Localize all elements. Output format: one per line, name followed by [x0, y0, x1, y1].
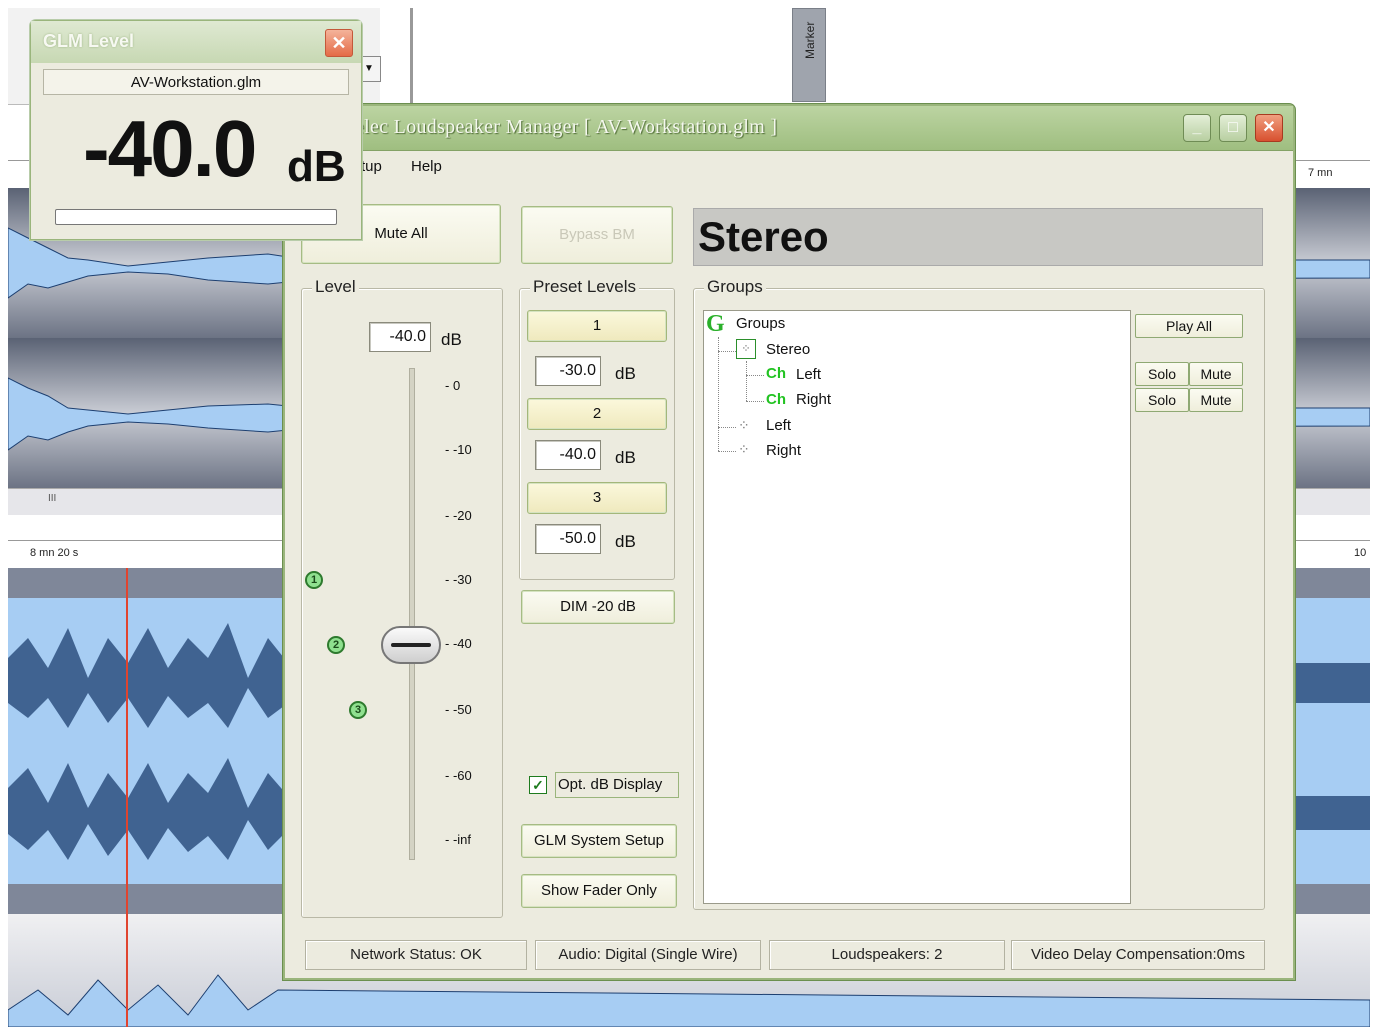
- glm-level-meter-fill: [57, 211, 335, 223]
- maximize-button[interactable]: □: [1219, 114, 1247, 142]
- level-groupbox: Level: [301, 277, 503, 918]
- scale-label: - -inf: [445, 832, 471, 847]
- glm-level-value: -40.0: [83, 104, 257, 193]
- tree-node-left[interactable]: Left: [766, 417, 791, 434]
- menubar: tup Help: [285, 152, 1293, 182]
- scroll-grip[interactable]: III: [48, 493, 56, 504]
- daw-divider: [410, 8, 413, 104]
- scale-label: - -30: [445, 572, 472, 587]
- minimize-icon: _: [1192, 119, 1202, 136]
- tree-node-right[interactable]: Right: [766, 442, 801, 459]
- tree-node-stereo[interactable]: Stereo: [766, 341, 810, 358]
- glm-level-filename: AV-Workstation.glm: [43, 69, 349, 95]
- menu-help[interactable]: Help: [411, 158, 442, 175]
- group-name-text: Stereo: [698, 213, 829, 260]
- group-name-display: Stereo: [693, 208, 1263, 266]
- channel-icon: Ch: [766, 391, 786, 408]
- speaker-group-icon: ⁘: [738, 417, 750, 433]
- speaker-group-icon: ⁘: [738, 441, 750, 457]
- loudspeaker-manager-window: elec Loudspeaker Manager [ AV-Workstatio…: [283, 104, 1295, 980]
- preset-1-unit: dB: [615, 364, 636, 383]
- preset-marker-2[interactable]: 2: [327, 636, 345, 654]
- preset-3-value-field[interactable]: -50.0: [535, 524, 601, 554]
- tree-node-ch-right[interactable]: Right: [796, 391, 831, 408]
- preset-3-unit: dB: [615, 532, 636, 551]
- groups-tree[interactable]: G Groups ⁘ Stereo Ch Left Ch Right ⁘ Lef…: [703, 310, 1131, 904]
- preset-marker-3[interactable]: 3: [349, 701, 367, 719]
- scale-label: - -10: [445, 442, 472, 457]
- solo-button-right[interactable]: Solo: [1135, 388, 1189, 412]
- tree-connector: [746, 401, 764, 402]
- scale-label: - -20: [445, 508, 472, 523]
- groups-legend: Groups: [704, 277, 766, 297]
- ruler-label: 10: [1354, 547, 1367, 559]
- level-unit: dB: [441, 330, 462, 349]
- ruler-label: 7 mn: [1308, 167, 1333, 179]
- channel-icon: Ch: [766, 365, 786, 382]
- level-legend: Level: [312, 277, 359, 297]
- maximize-icon: □: [1228, 119, 1238, 136]
- close-button[interactable]: ✕: [1255, 114, 1283, 142]
- scale-label: - -50: [445, 702, 472, 717]
- minimize-button[interactable]: _: [1183, 114, 1211, 142]
- tree-connector: [718, 451, 736, 452]
- dim-button[interactable]: DIM -20 dB: [521, 590, 675, 624]
- stereo-group-icon: ⁘: [736, 339, 756, 359]
- mute-button-left[interactable]: Mute: [1189, 362, 1243, 386]
- tree-connector: [718, 427, 736, 428]
- loudspeakers-status: Loudspeakers: 2: [769, 940, 1005, 970]
- groups-root-icon: G: [706, 311, 725, 337]
- tree-connector: [746, 375, 764, 376]
- status-bar: Network Status: OK Audio: Digital (Singl…: [285, 936, 1293, 976]
- scale-label: - -40: [445, 636, 472, 651]
- mute-button-right[interactable]: Mute: [1189, 388, 1243, 412]
- ruler-label: 8 mn 20 s: [30, 547, 79, 559]
- preset-1-button[interactable]: 1: [527, 310, 667, 342]
- fader-knob-line: [391, 643, 431, 647]
- close-icon[interactable]: ✕: [325, 29, 353, 57]
- opt-db-display-label[interactable]: Opt. dB Display: [555, 772, 679, 798]
- preset-3-button[interactable]: 3: [527, 482, 667, 514]
- preset-2-button[interactable]: 2: [527, 398, 667, 430]
- preset-1-value-field[interactable]: -30.0: [535, 356, 601, 386]
- fader-knob[interactable]: [381, 626, 441, 664]
- preset-2-unit: dB: [615, 448, 636, 467]
- playhead[interactable]: [126, 568, 128, 1027]
- glm-level-titlebar[interactable]: GLM Level ✕: [31, 21, 361, 63]
- tree-node-ch-left[interactable]: Left: [796, 366, 821, 383]
- tree-connector: [718, 351, 736, 352]
- solo-button-left[interactable]: Solo: [1135, 362, 1189, 386]
- marker-tab[interactable]: Marker: [792, 8, 826, 102]
- window-title: elec Loudspeaker Manager [ AV-Workstatio…: [355, 116, 778, 138]
- scale-label: - 0: [445, 378, 461, 393]
- level-value-field[interactable]: -40.0: [369, 322, 431, 352]
- tree-connector: [746, 361, 747, 401]
- preset-marker-1[interactable]: 1: [305, 571, 323, 589]
- audio-status: Audio: Digital (Single Wire): [535, 940, 761, 970]
- menu-setup[interactable]: tup: [361, 158, 382, 175]
- glm-level-meter: [55, 209, 337, 225]
- tree-node-groups[interactable]: Groups: [736, 315, 785, 332]
- glm-level-title: GLM Level: [43, 31, 135, 51]
- video-delay-status: Video Delay Compensation:0ms: [1011, 940, 1265, 970]
- show-fader-only-button[interactable]: Show Fader Only: [521, 874, 677, 908]
- preset-2-value-field[interactable]: -40.0: [535, 440, 601, 470]
- close-icon: ✕: [1262, 119, 1276, 136]
- marker-label: Marker: [803, 21, 817, 59]
- glm-level-window: GLM Level ✕ AV-Workstation.glm -40.0 dB: [30, 20, 362, 240]
- network-status: Network Status: OK: [305, 940, 527, 970]
- glm-level-unit: dB: [287, 142, 346, 191]
- fader-track[interactable]: [409, 368, 415, 860]
- opt-db-checkbox[interactable]: ✓: [529, 776, 547, 794]
- scale-label: - -60: [445, 768, 472, 783]
- bypass-bm-button[interactable]: Bypass BM: [521, 206, 673, 264]
- window-titlebar[interactable]: elec Loudspeaker Manager [ AV-Workstatio…: [285, 106, 1293, 151]
- tree-connector: [718, 337, 719, 451]
- glm-system-setup-button[interactable]: GLM System Setup: [521, 824, 677, 858]
- preset-levels-legend: Preset Levels: [530, 277, 639, 297]
- play-all-button[interactable]: Play All: [1135, 314, 1243, 338]
